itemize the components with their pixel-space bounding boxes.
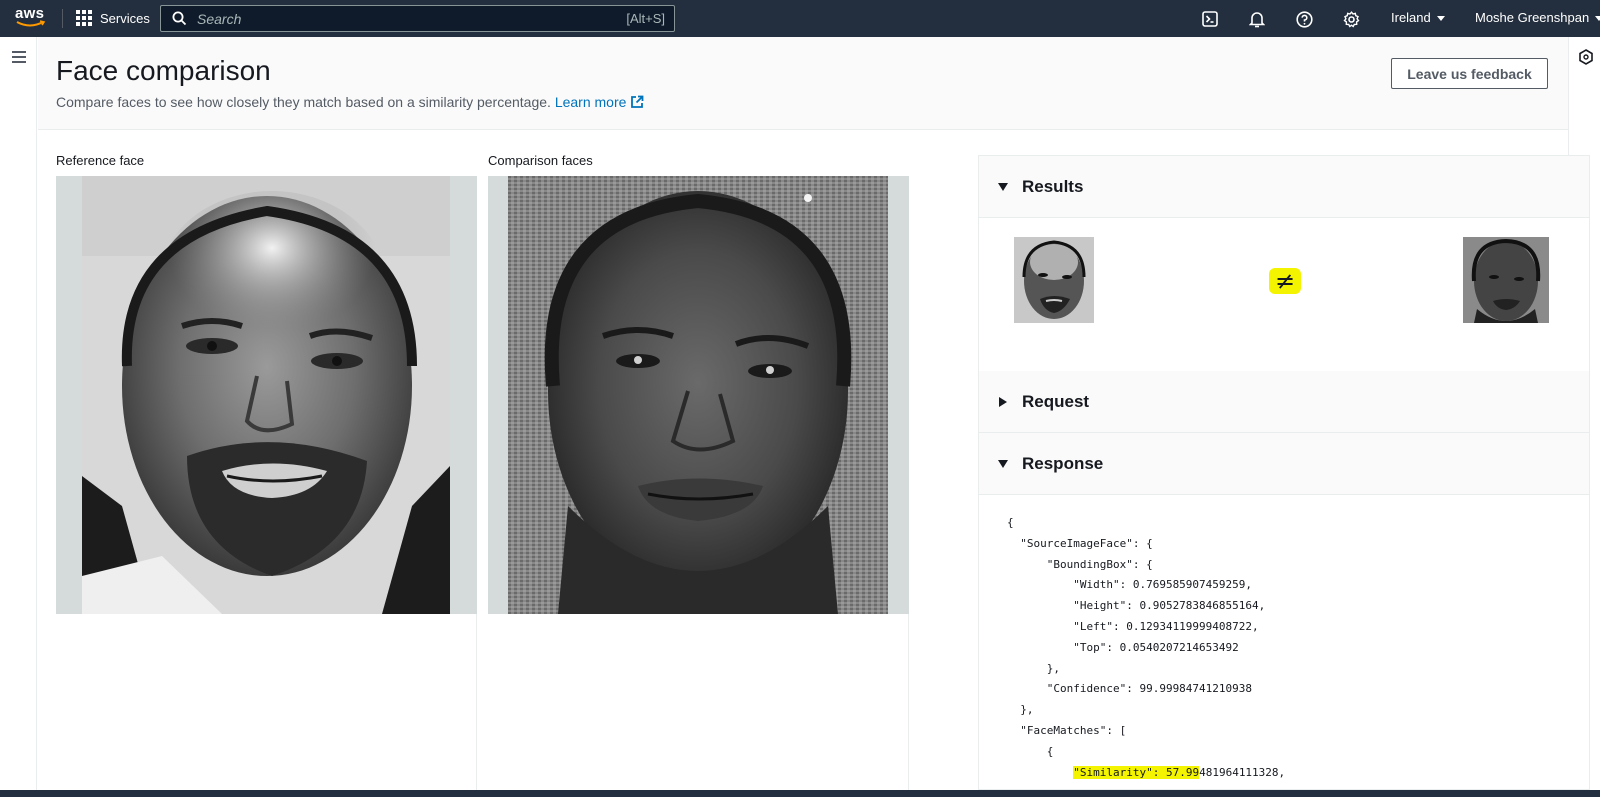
json-line: "Confidence": 99.99984741210938	[1007, 682, 1253, 696]
results-section-header[interactable]: Results	[979, 156, 1589, 218]
reference-face-image[interactable]	[56, 176, 477, 614]
similarity-rest: 481964111328,	[1199, 765, 1286, 779]
similarity-line: "Similarity": 57.99481964111328,	[1007, 763, 1589, 784]
comparison-face-thumbnail	[1463, 237, 1549, 323]
user-menu[interactable]: Moshe Greenshpan	[1475, 10, 1600, 25]
left-rail	[0, 37, 37, 790]
smile-icon	[16, 20, 46, 27]
request-title: Request	[1022, 391, 1090, 411]
comparison-faces-label: Comparison faces	[488, 153, 593, 168]
results-title: Results	[1022, 176, 1084, 196]
search-shortcut: [Alt+S]	[626, 11, 665, 26]
reference-face-photo	[82, 176, 450, 614]
response-title: Response	[1022, 453, 1104, 473]
json-line: "Top": 0.0540207214653492	[1007, 640, 1239, 654]
caret-down-icon	[998, 459, 1008, 468]
page-title: Face comparison	[56, 55, 271, 86]
json-line: "Height": 0.9052783846855164,	[1007, 599, 1266, 613]
json-line: },	[1007, 703, 1034, 717]
caret-down-icon	[998, 182, 1008, 191]
reference-face-label: Reference face	[56, 153, 145, 168]
cloudshell-icon[interactable]	[1200, 9, 1220, 29]
reference-face-thumbnail	[1014, 237, 1094, 323]
external-link-icon	[631, 95, 644, 108]
json-line: "FaceMatches": [	[1007, 723, 1127, 737]
response-json: { "SourceImageFace": { "BoundingBox": { …	[979, 496, 1589, 789]
request-section-header[interactable]: Request	[979, 371, 1589, 433]
json-line: {	[1007, 516, 1014, 529]
leave-feedback-button[interactable]: Leave us feedback	[1391, 58, 1548, 89]
caret-right-icon	[999, 396, 1007, 407]
page-header: Face comparison Compare faces to see how…	[38, 37, 1568, 130]
response-section-header[interactable]: Response	[979, 433, 1589, 495]
json-line: "SourceImageFace": {	[1007, 536, 1153, 550]
region-selector[interactable]: Ireland	[1391, 10, 1445, 25]
top-navigation: aws Services [Alt+S]	[0, 0, 1600, 37]
comparison-faces-column: Comparison faces	[488, 131, 909, 790]
services-label: Services	[100, 10, 150, 26]
menu-hamburger-icon[interactable]	[12, 51, 26, 66]
info-panel-icon[interactable]	[1578, 49, 1594, 65]
nav-divider	[62, 9, 63, 28]
column-divider	[908, 614, 909, 790]
services-button[interactable]: Services	[76, 8, 150, 28]
bottom-bar	[0, 790, 1600, 797]
grid-icon	[76, 10, 92, 26]
main-content: Reference face Comparison faces Results …	[38, 131, 1590, 790]
learn-more-link[interactable]: Learn more	[555, 94, 645, 110]
settings-gear-icon[interactable]	[1341, 9, 1361, 29]
comparison-face-photo	[508, 176, 888, 614]
json-line: "BoundingBox": {	[1007, 557, 1153, 571]
column-divider	[476, 614, 477, 790]
notifications-bell-icon[interactable]	[1247, 9, 1267, 29]
description-text: Compare faces to see how closely they ma…	[56, 94, 551, 110]
search-box[interactable]: [Alt+S]	[160, 5, 675, 32]
page-description: Compare faces to see how closely they ma…	[56, 94, 644, 110]
search-icon	[172, 11, 187, 26]
aws-logo[interactable]: aws	[15, 6, 47, 30]
results-panel: Results ≠ Request Response {"SourceImag…	[978, 155, 1590, 790]
region-label: Ireland	[1391, 10, 1431, 25]
json-line: "Width": 0.769585907459259,	[1007, 578, 1253, 592]
json-line: {	[1007, 744, 1054, 758]
not-equal-icon: ≠	[1269, 268, 1301, 294]
reference-face-column: Reference face	[56, 131, 477, 790]
json-line: "Left": 0.12934119999408722,	[1007, 619, 1259, 633]
comparison-face-image[interactable]	[488, 176, 909, 614]
similarity-highlight: "Similarity": 57.99	[1073, 765, 1200, 779]
chevron-down-icon	[1595, 16, 1600, 22]
search-input[interactable]	[197, 10, 627, 27]
chevron-down-icon	[1436, 16, 1445, 22]
json-line: },	[1007, 661, 1060, 675]
help-icon[interactable]	[1294, 9, 1314, 29]
user-name: Moshe Greenshpan	[1475, 10, 1590, 25]
